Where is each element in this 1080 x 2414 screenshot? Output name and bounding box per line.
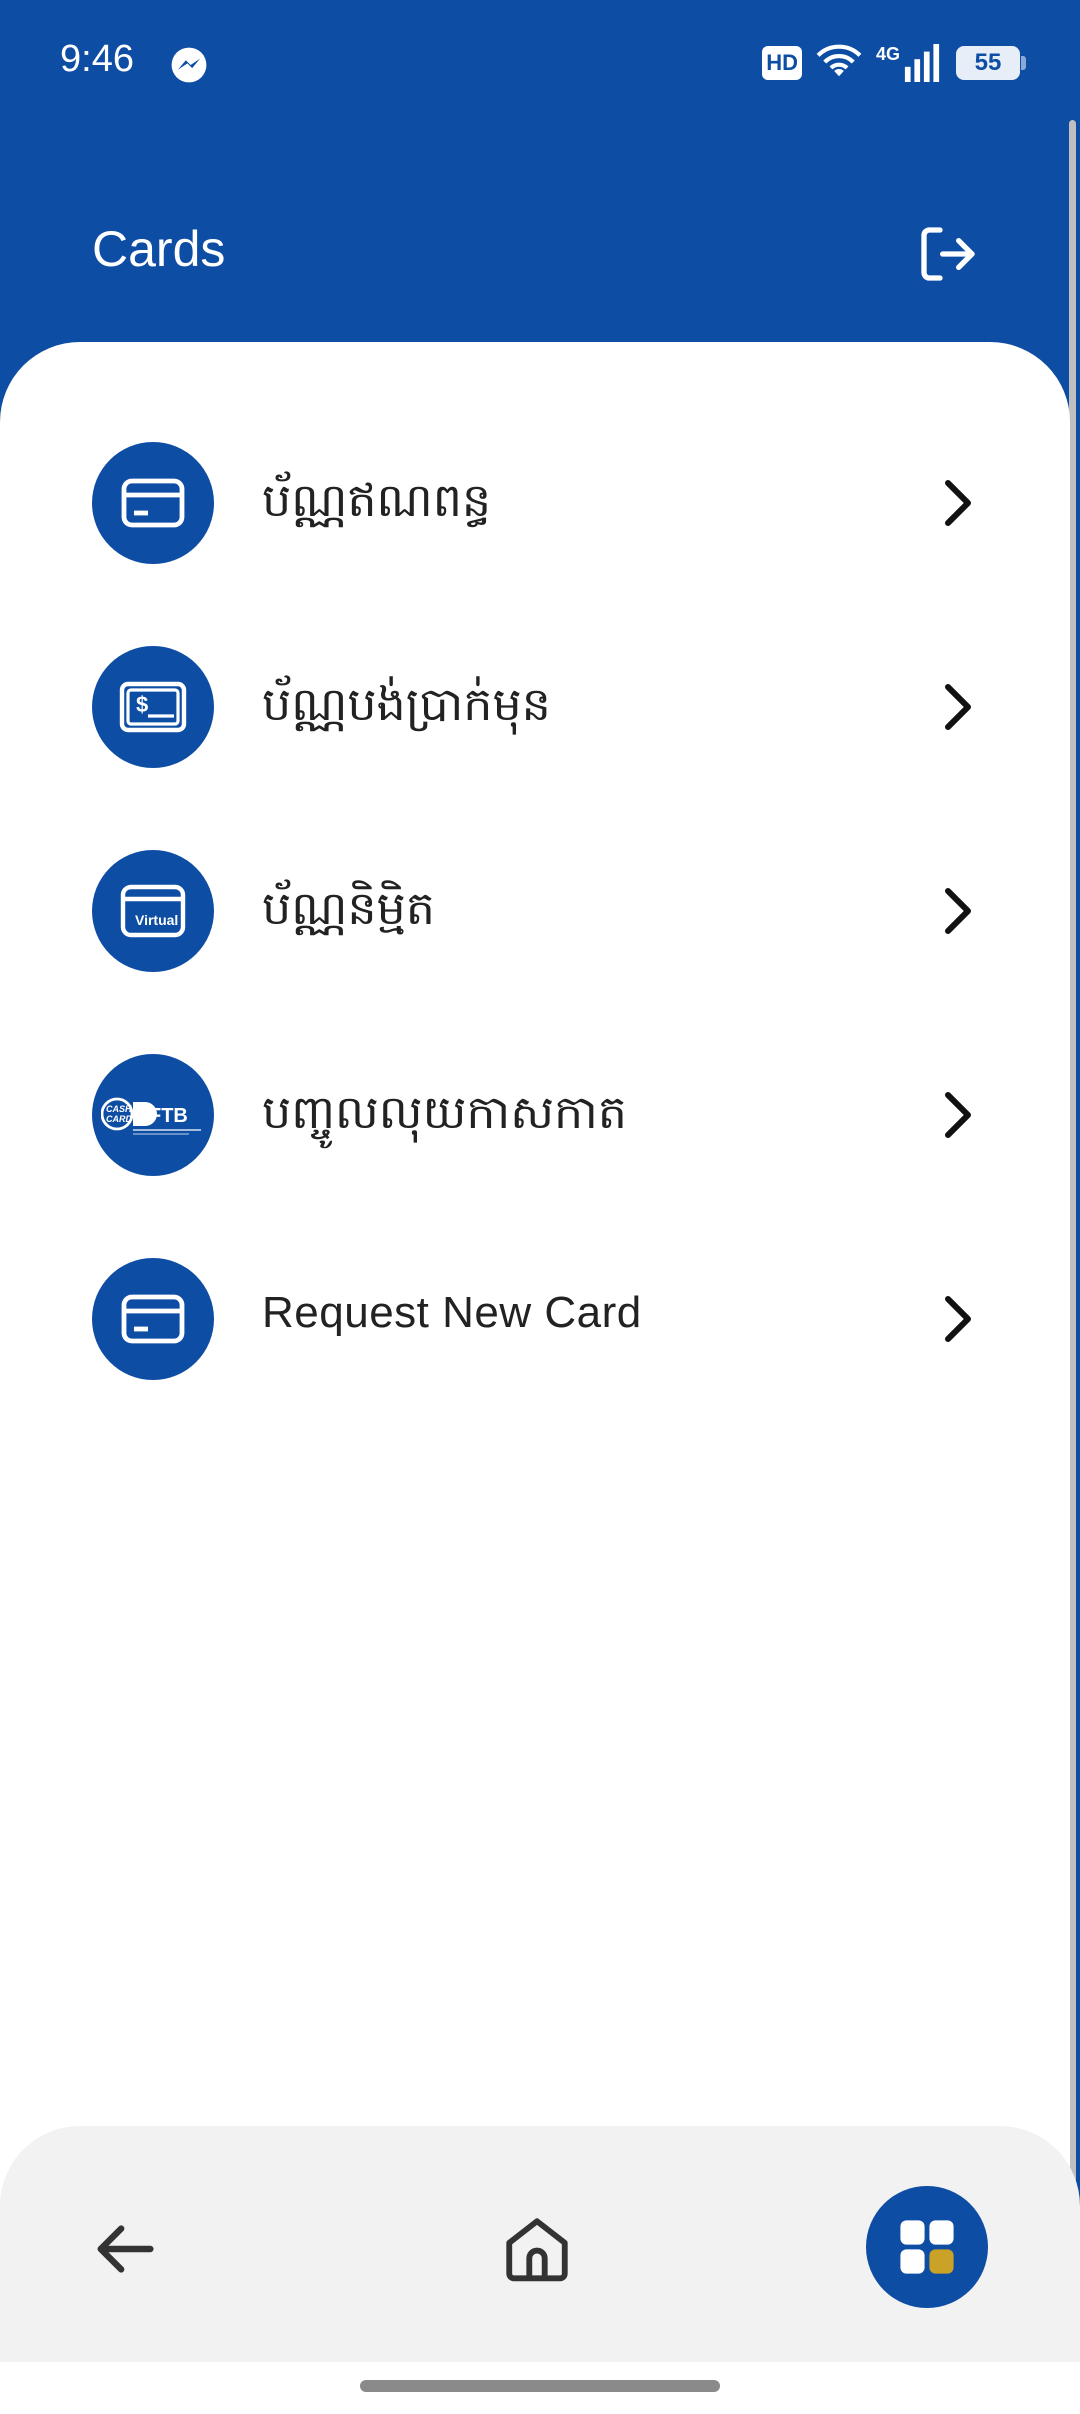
status-icons: HD 4G 55 — [762, 40, 1026, 86]
home-icon[interactable] — [500, 2212, 574, 2286]
messenger-icon — [171, 47, 207, 83]
chevron-right-icon — [945, 888, 971, 934]
menu-item-label: ប័ណ្ណបង់ប្រាក់មុន — [262, 677, 551, 731]
bottom-navigation — [0, 2126, 1080, 2366]
chevron-right-icon — [945, 684, 971, 730]
menu-item-cash-card-topup[interactable]: CASH CARD FTB បញ្ចូលលុយកាសកាត — [0, 1054, 1070, 1224]
back-arrow-icon[interactable] — [92, 2214, 162, 2284]
prepaid-card-icon: $ — [92, 646, 214, 768]
virtual-card-icon-text: Virtual — [135, 912, 178, 928]
credit-card-icon — [92, 442, 214, 564]
wifi-icon — [816, 44, 862, 77]
menu-item-virtual-card[interactable]: Virtual ប័ណ្ណនិម្មិត — [0, 850, 1070, 1020]
network-type: 4G — [875, 43, 900, 64]
menu-item-debit-card[interactable]: ប័ណ្ណឥណពន្ធ — [0, 442, 1070, 612]
hd-badge: HD — [762, 46, 802, 80]
battery-level: 55 — [974, 49, 1002, 76]
svg-text:CASH: CASH — [106, 1104, 132, 1114]
virtual-card-icon: Virtual — [92, 850, 214, 972]
menu-item-label: Request New Card — [262, 1288, 642, 1337]
menu-grid-button[interactable] — [866, 2186, 988, 2308]
svg-text:CARD: CARD — [106, 1114, 132, 1124]
page-title: Cards — [92, 221, 226, 277]
svg-text:$: $ — [136, 692, 148, 717]
status-bar: 9:46 HD 4G 55 — [0, 0, 1080, 130]
cash-card-ftb-logo: CASH CARD FTB — [92, 1054, 214, 1176]
grid-menu-icon — [900, 2220, 954, 2274]
home-indicator[interactable] — [360, 2380, 720, 2392]
ftb-logo-text: FTB — [149, 1105, 188, 1127]
menu-item-label: ប័ណ្ណនិម្មិត — [262, 881, 435, 935]
signal-icon — [904, 44, 940, 82]
menu-item-label: បញ្ចូលលុយកាសកាត — [262, 1085, 627, 1139]
menu-item-prepaid-card[interactable]: $ ប័ណ្ណបង់ប្រាក់មុន — [0, 646, 1070, 816]
status-time: 9:46 — [60, 38, 134, 80]
chevron-right-icon — [945, 1296, 971, 1342]
scrollbar[interactable] — [1069, 120, 1076, 2330]
cards-menu-panel: ប័ណ្ណឥណពន្ធ $ ប័ណ្ណបង់ប្រាក់មុន Virtual — [0, 342, 1070, 2262]
logout-icon[interactable] — [916, 222, 980, 286]
menu-item-label: ប័ណ្ណឥណពន្ធ — [262, 473, 492, 527]
chevron-right-icon — [945, 1092, 971, 1138]
menu-item-request-new-card[interactable]: Request New Card — [0, 1258, 1070, 1428]
battery-indicator: 55 — [956, 46, 1026, 80]
credit-card-icon — [92, 1258, 214, 1380]
chevron-right-icon — [945, 480, 971, 526]
